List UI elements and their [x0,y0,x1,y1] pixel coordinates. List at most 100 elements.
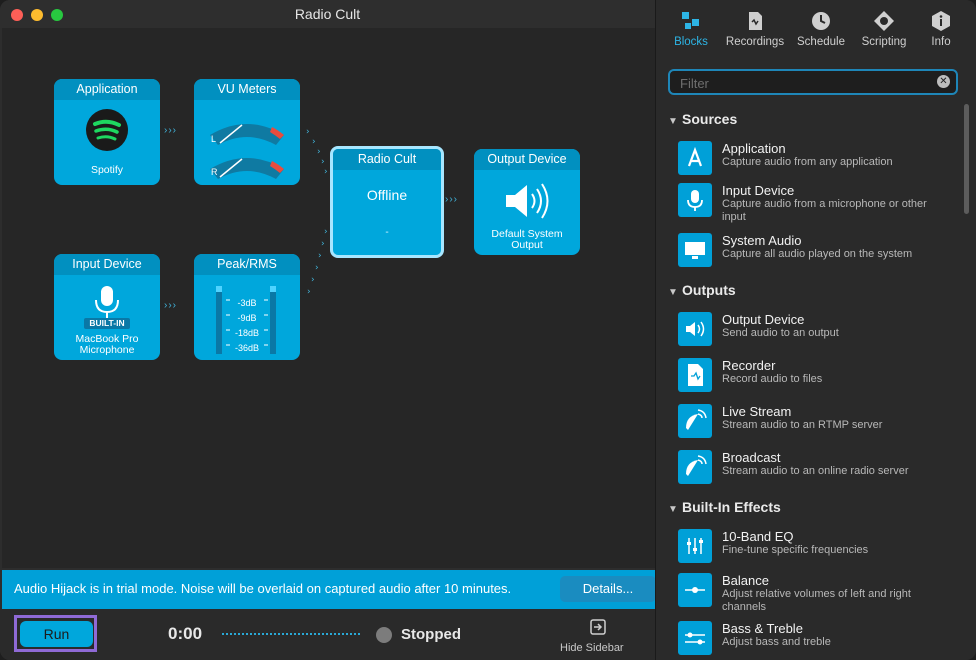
item-name: 10-Band EQ [722,529,794,544]
trial-banner: Audio Hijack is in trial mode. Noise wil… [2,570,656,609]
speaker-icon [506,183,549,219]
block-item-bass-treble[interactable]: Bass & Treble Adjust bass and treble [678,621,958,657]
connector-chevrons: ››› [164,300,177,311]
trial-message: Audio Hijack is in trial mode. Noise wil… [14,581,512,596]
block-output-device[interactable]: Output Device Default System Output [474,149,580,255]
peak-scale-labels: -3dB -9dB -18dB -36dB [194,296,300,356]
microphone-icon [95,286,119,318]
tab-info[interactable]: Info [906,10,976,48]
block-caption-line2: Output [511,239,543,251]
filter-input[interactable] [678,74,932,92]
bass-treble-icon [678,621,712,655]
block-item-application[interactable]: Application Capture audio from any appli… [678,141,958,181]
block-title: Peak/RMS [194,254,300,275]
block-input-device[interactable]: Input Device BUILT-IN MacBook Pro Microp… [54,254,160,360]
block-radio-cult[interactable]: Radio Cult Offline - [330,146,444,258]
broadcast-status: Offline [366,187,408,203]
block-caption-line2: Microphone [79,344,135,356]
filter-field[interactable]: ✕ [668,69,958,95]
block-item-balance[interactable]: Balance Adjust relative volumes of left … [678,573,958,619]
block-item-output-device[interactable]: Output Device Send audio to an output [678,312,958,352]
speaker-icon [678,312,712,346]
sidebar-scrollbar[interactable] [964,104,969,214]
block-item-recorder[interactable]: Recorder Record audio to files [678,358,958,398]
connector-chevrons: ››› [445,194,458,205]
eq-icon [678,529,712,563]
block-item-system-audio[interactable]: System Audio Capture all audio played on… [678,233,958,273]
svg-text:›: › [312,137,316,147]
section-built-in-effects[interactable]: ▼ Built-In Effects [668,499,781,515]
block-peak-rms[interactable]: Peak/RMS -3dB -9dB -18dB -36dB [194,254,300,360]
built-in-badge: BUILT-IN [84,318,130,329]
hide-sidebar-button[interactable]: Hide Sidebar [560,642,624,654]
vu-right-label: R [211,167,218,177]
block-item-input-device[interactable]: Input Device Capture audio from a microp… [678,183,958,229]
status-indicator [376,627,392,643]
info-icon [932,11,950,31]
item-description: Adjust relative volumes of left and righ… [722,588,911,613]
section-sources[interactable]: ▼ Sources [668,111,737,127]
bottom-bar: Run 0:00 Stopped Hide Sidebar [0,609,655,660]
item-name: Recorder [722,358,776,373]
block-item-broadcast[interactable]: Broadcast Stream audio to an online radi… [678,450,958,490]
item-description: Stream audio to an online radio server [722,465,909,477]
chevron-down-icon: ▼ [668,116,678,127]
block-item-10-band-eq[interactable]: 10-Band EQ Fine-tune specific frequencie… [678,529,958,569]
svg-text:›: › [315,263,319,273]
svg-text:›: › [307,287,311,297]
run-button[interactable]: Run [20,621,93,647]
tab-blocks[interactable]: Blocks [656,10,726,48]
block-vu-meters[interactable]: VU Meters L R [194,79,300,185]
tab-label: Info [931,36,951,48]
block-title: Application [54,79,160,100]
item-name: Live Stream [722,404,792,419]
item-name: Broadcast [722,450,781,465]
block-caption: Spotify [90,164,124,176]
item-description: Capture audio from any application [722,156,893,168]
monitor-icon [678,233,712,267]
tab-label: Recordings [725,36,785,48]
block-application[interactable]: Application Spotify [54,79,160,185]
balance-icon [678,573,712,607]
sidebar: Blocks Recordings Schedule Scripting Inf… [655,0,976,660]
item-description: Send audio to an output [722,327,839,339]
block-item-live-stream[interactable]: Live Stream Stream audio to an RTMP serv… [678,404,958,444]
block-title: Radio Cult [333,149,441,170]
app-store-icon [678,141,712,175]
elapsed-time: 0:00 [168,624,203,643]
chevron-down-icon: ▼ [668,504,678,515]
broadcast-icon [678,450,712,484]
details-button[interactable]: Details... [560,576,656,602]
clear-filter-icon[interactable]: ✕ [937,75,950,88]
section-outputs[interactable]: ▼ Outputs [668,282,736,298]
item-name: System Audio [722,233,802,248]
main-area: Radio Cult Application Spotify ››› VU Me… [0,0,656,660]
svg-text:›: › [311,275,315,285]
file-icon [678,358,712,392]
block-title: VU Meters [194,79,300,100]
item-description: Adjust bass and treble [722,636,831,648]
peak-level-label: -36dB [234,343,260,353]
svg-text:›: › [317,147,321,157]
section-title: Sources [682,111,738,127]
session-status: Stopped [401,626,461,643]
section-title: Outputs [682,282,736,298]
item-description: Capture all audio played on the system [722,248,913,260]
microphone-icon [678,183,712,217]
session-canvas[interactable]: Application Spotify ››› VU Meters L R › … [2,28,655,568]
recordings-icon [749,12,762,30]
tab-recordings[interactable]: Recordings [720,10,790,48]
item-description: Stream audio to an RTMP server [722,419,883,431]
peak-level-label: -9dB [237,313,257,323]
peak-level-label: -18dB [234,328,260,338]
svg-text:›: › [321,157,325,167]
scripting-icon [874,11,894,31]
title-bar: Radio Cult [0,0,655,28]
connector-chevrons: ››› [164,125,177,136]
vu-left-label: L [211,134,217,144]
hide-sidebar-icon[interactable] [590,619,606,635]
item-name: Balance [722,573,769,588]
tab-label: Scripting [861,36,907,48]
app-window: Radio Cult Application Spotify ››› VU Me… [0,0,976,660]
tab-schedule[interactable]: Schedule [786,10,856,48]
